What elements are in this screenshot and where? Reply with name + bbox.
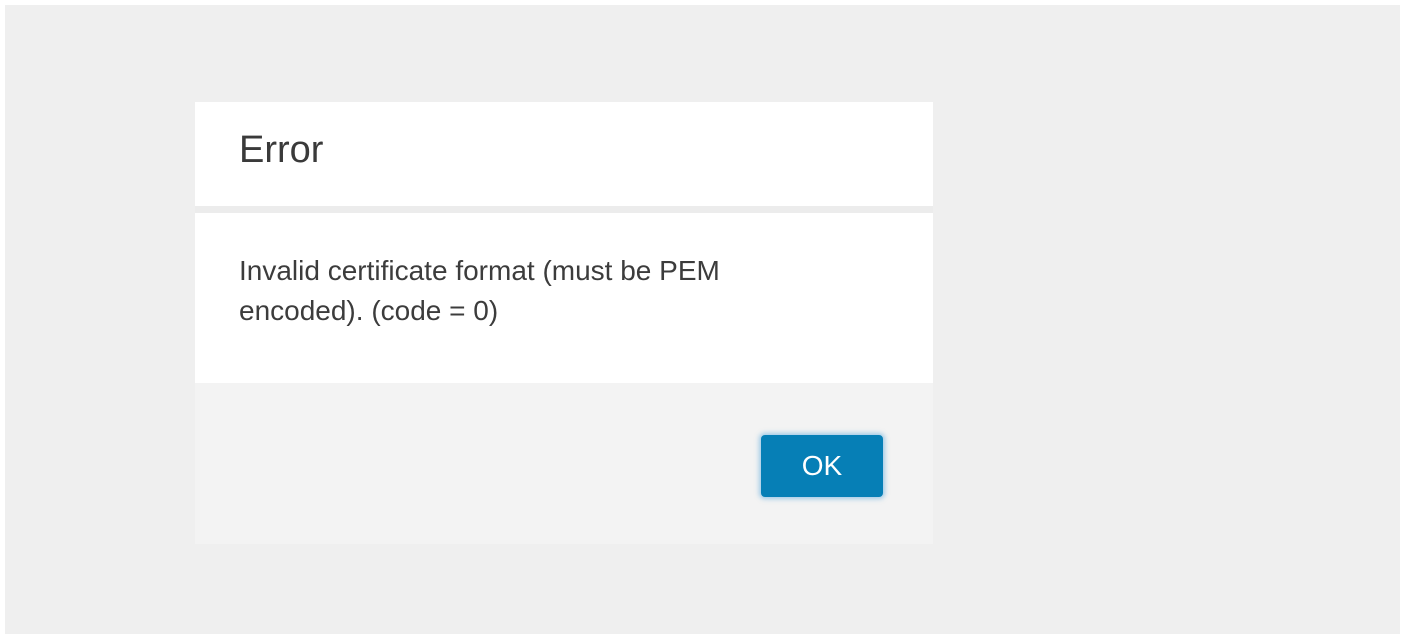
error-message-line-2: encoded). (code = 0)	[239, 295, 499, 326]
dialog-footer: OK	[195, 383, 933, 544]
dialog-header: Error	[195, 102, 933, 206]
error-dialog: Error Invalid certificate format (must b…	[195, 102, 933, 544]
dialog-title: Error	[239, 129, 324, 171]
ok-button[interactable]: OK	[761, 435, 883, 497]
header-divider	[195, 206, 933, 213]
error-message-line-1: Invalid certificate format (must be PEM	[239, 255, 720, 286]
error-message: Invalid certificate format (must be PEM …	[239, 251, 879, 331]
